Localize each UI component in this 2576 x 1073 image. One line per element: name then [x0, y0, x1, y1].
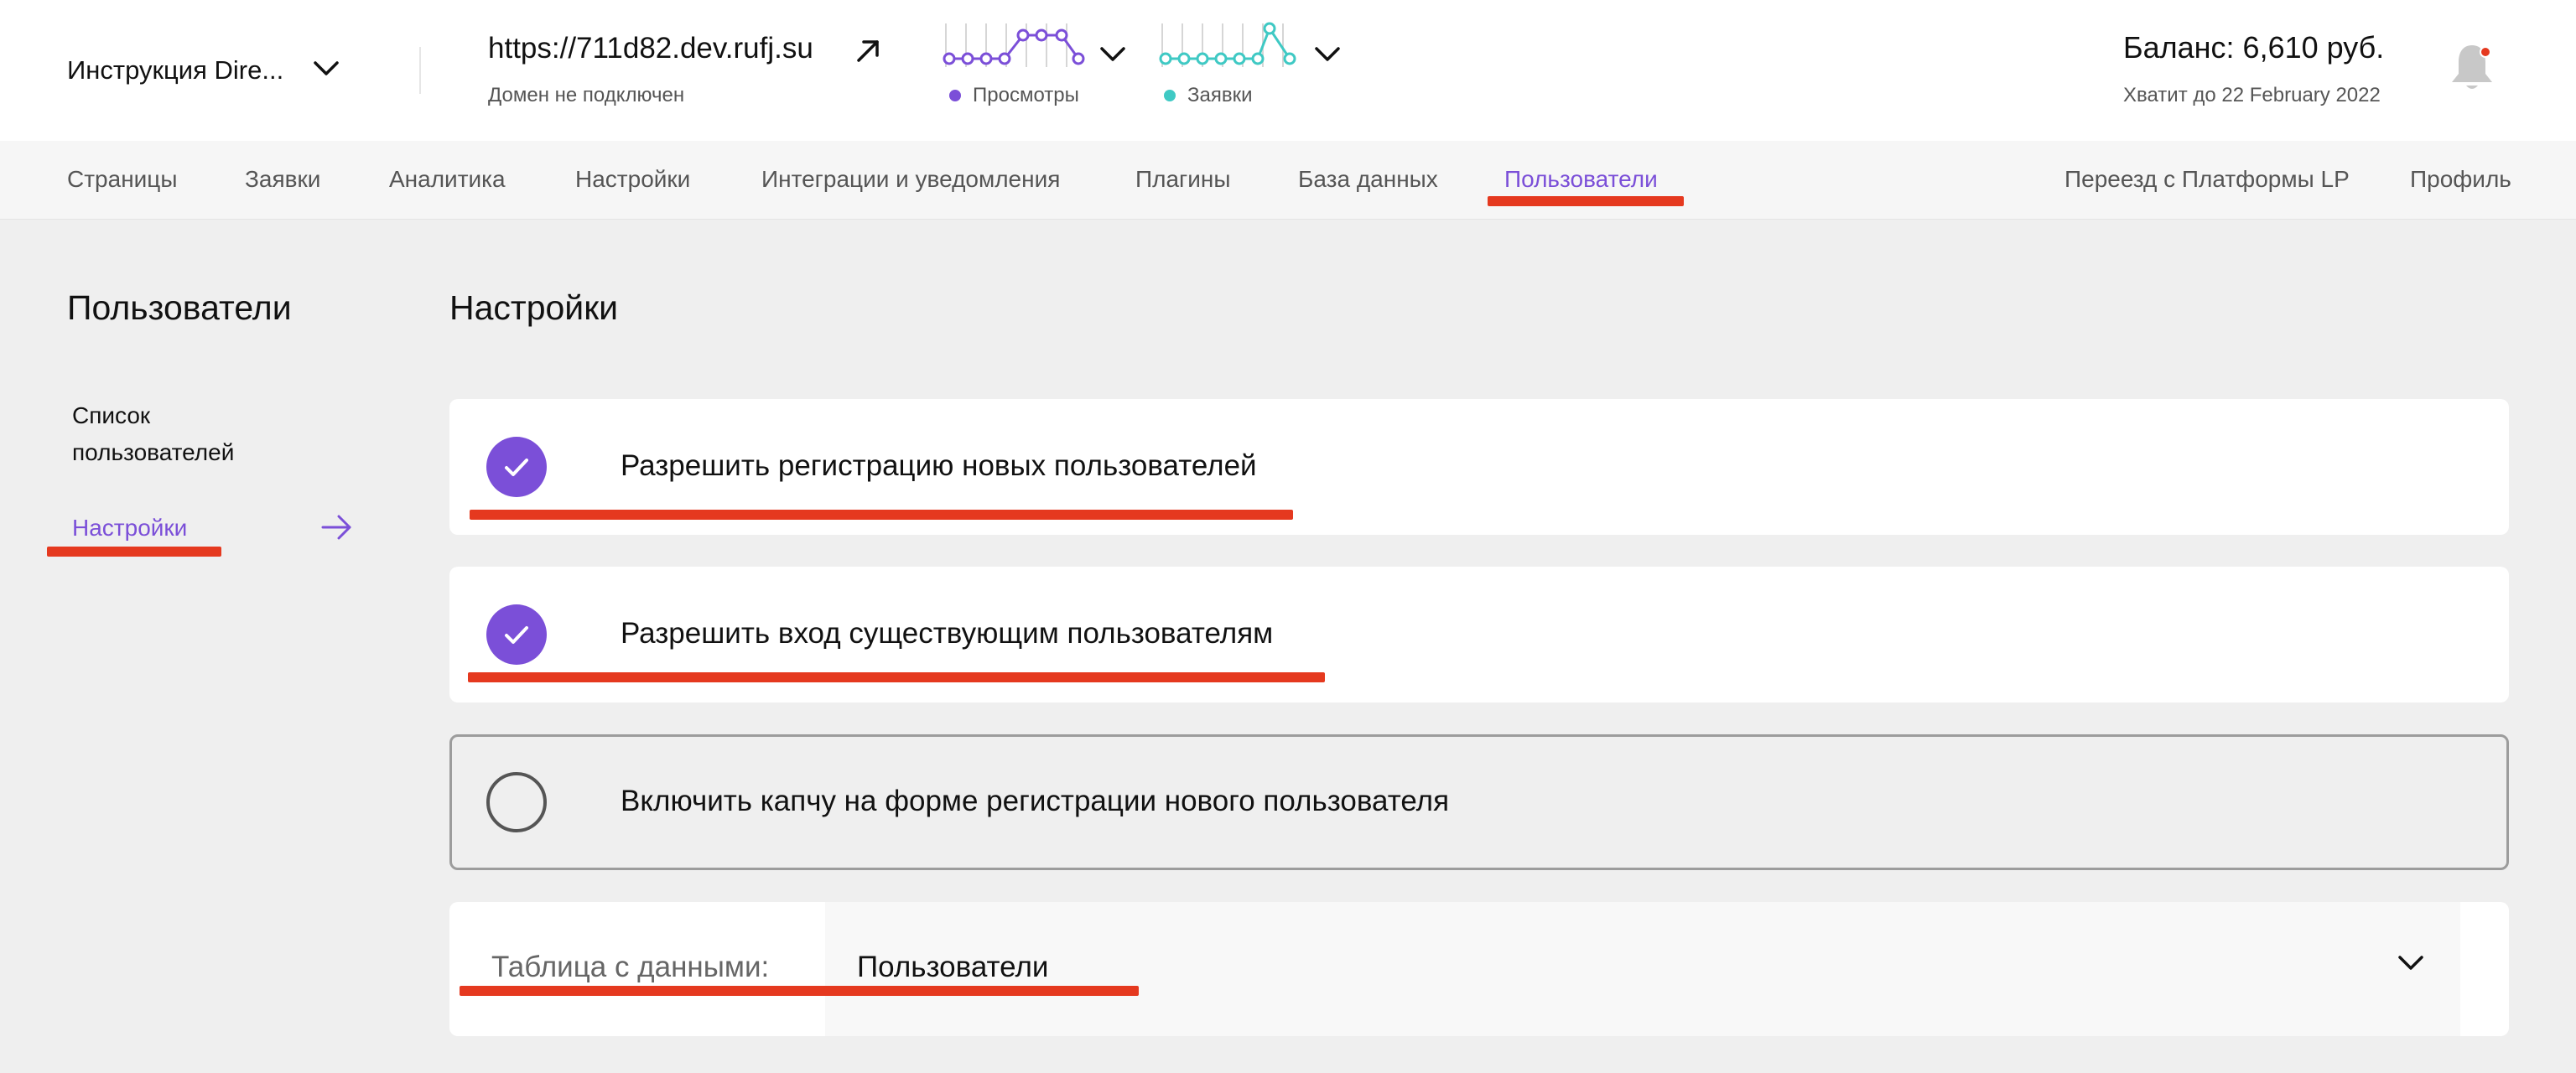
top-header: Инструкция Dire... https://711d82.dev.ru…	[0, 0, 2576, 141]
nav-item-profile[interactable]: Профиль	[2410, 166, 2511, 193]
balance[interactable]: Баланс: 6,610 руб.	[2123, 30, 2384, 65]
views-label: Просмотры	[973, 84, 1079, 106]
setting-label: Разрешить регистрацию новых пользователе…	[621, 449, 1257, 482]
page-title: Настройки	[449, 288, 619, 327]
nav-item-users[interactable]: Пользователи	[1504, 166, 1658, 193]
views-dot-icon	[949, 90, 961, 101]
sidebar-item-settings[interactable]: Настройки	[72, 510, 187, 547]
domain-status: Домен не подключен	[488, 84, 685, 106]
data-table-select[interactable]: Пользователи	[825, 902, 2460, 1036]
nav-item-analytics[interactable]: Аналитика	[389, 166, 506, 193]
nav-item-leads[interactable]: Заявки	[245, 166, 320, 193]
sidebar-item-label: пользователей	[72, 439, 235, 465]
project-selector[interactable]: Инструкция Dire...	[67, 49, 339, 92]
balance-runway: Хватит до 22 February 2022	[2123, 84, 2381, 106]
checkbox-checked[interactable]	[486, 604, 547, 665]
sidebar-title: Пользователи	[67, 288, 292, 327]
chevron-down-icon	[314, 60, 339, 80]
nav-item-database[interactable]: База данных	[1298, 166, 1438, 193]
external-link-icon[interactable]	[854, 37, 882, 65]
views-sparkline[interactable]	[943, 22, 1085, 76]
views-legend: Просмотры	[949, 84, 1079, 107]
project-name: Инструкция Dire...	[67, 55, 284, 85]
leads-legend: Заявки	[1164, 84, 1253, 107]
checkbox-checked[interactable]	[486, 437, 547, 497]
views-chevron-down-icon[interactable]	[1100, 47, 1125, 66]
leads-label: Заявки	[1187, 84, 1253, 106]
bell-icon[interactable]	[2449, 40, 2496, 94]
data-table-label: Таблица с данными:	[491, 951, 770, 983]
nav-item-plugins[interactable]: Плагины	[1135, 166, 1230, 193]
leads-dot-icon	[1164, 90, 1176, 101]
checkbox-unchecked[interactable]	[486, 772, 547, 832]
annotation-underline	[47, 547, 221, 557]
setting-label: Разрешить вход существующим пользователя…	[621, 617, 1274, 650]
data-table-value: Пользователи	[857, 951, 1049, 983]
arrow-right-icon	[320, 513, 354, 542]
nav-item-settings[interactable]: Настройки	[575, 166, 690, 193]
annotation-underline	[470, 510, 1293, 520]
annotation-underline	[1488, 196, 1684, 206]
leads-chevron-down-icon[interactable]	[1315, 47, 1340, 66]
annotation-underline	[468, 672, 1325, 682]
setting-label: Включить капчу на форме регистрации ново…	[621, 785, 1450, 817]
annotation-underline	[460, 986, 1139, 996]
setting-enable-captcha[interactable]: Включить капчу на форме регистрации ново…	[449, 734, 2509, 870]
leads-sparkline[interactable]	[1159, 22, 1301, 76]
sidebar-item-users-list[interactable]: Список пользователей	[72, 397, 234, 471]
nav-item-integrations[interactable]: Интеграции и уведомления	[761, 166, 1060, 193]
sidebar-item-label: Список	[72, 402, 151, 428]
main-nav: Страницы Заявки Аналитика Настройки Инте…	[0, 141, 2576, 220]
header-divider	[419, 47, 421, 94]
chevron-down-icon	[2398, 956, 2423, 975]
nav-item-migration[interactable]: Переезд с Платформы LP	[2064, 166, 2350, 193]
nav-item-pages[interactable]: Страницы	[67, 166, 177, 193]
site-url-link[interactable]: https://711d82.dev.rufj.su	[488, 32, 813, 65]
data-table-setting: Таблица с данными: Пользователи	[449, 902, 2509, 1036]
